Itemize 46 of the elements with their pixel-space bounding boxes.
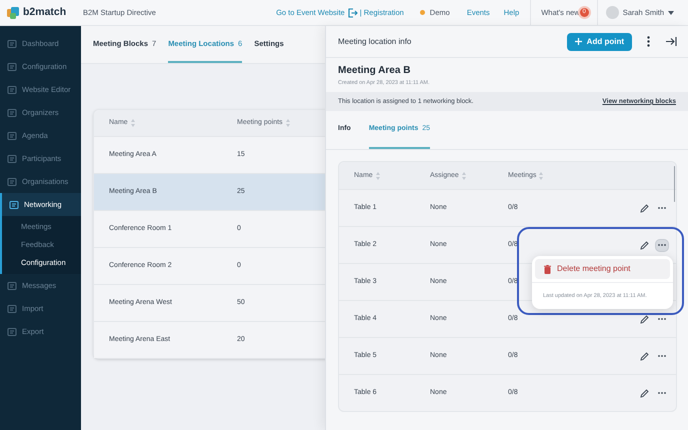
logo-icon bbox=[7, 6, 19, 18]
plus-icon bbox=[574, 38, 582, 45]
sort-icon bbox=[374, 170, 381, 181]
sort-icon bbox=[130, 118, 136, 128]
avatar bbox=[606, 6, 619, 19]
dots-icon bbox=[658, 244, 666, 246]
menu-item-icon bbox=[7, 280, 17, 290]
collapse-panel-button[interactable] bbox=[664, 34, 678, 48]
trash-icon bbox=[544, 264, 551, 274]
location-name: Meeting Area B bbox=[338, 64, 412, 78]
exit-icon bbox=[348, 8, 358, 18]
menu-item-icon bbox=[9, 200, 19, 210]
menu-item-icon bbox=[7, 84, 17, 94]
dots-icon bbox=[658, 318, 666, 320]
arrow-to-line-icon bbox=[666, 37, 676, 46]
pencil-icon bbox=[640, 240, 649, 250]
dots-icon bbox=[658, 355, 666, 358]
menu-item-icon bbox=[7, 304, 17, 314]
menu-item-icon bbox=[7, 108, 17, 118]
dots-icon bbox=[658, 392, 666, 394]
sort-icon bbox=[284, 118, 291, 128]
pencil-icon bbox=[640, 388, 649, 398]
edit-button[interactable] bbox=[639, 314, 650, 325]
menu-item-icon bbox=[7, 326, 17, 336]
panel-title: Meeting location info bbox=[338, 36, 412, 48]
menu-item-icon bbox=[7, 62, 17, 72]
sort-icon bbox=[538, 170, 544, 181]
delete-menu-item[interactable]: Delete meeting point bbox=[535, 259, 670, 279]
menu-item-icon bbox=[7, 130, 17, 140]
menu-item-icon bbox=[7, 176, 17, 186]
dots-icon bbox=[658, 207, 666, 210]
sort-icon bbox=[460, 170, 467, 181]
add-point-button[interactable]: Add point bbox=[566, 32, 632, 50]
more-button[interactable] bbox=[656, 240, 668, 251]
edit-button[interactable] bbox=[639, 350, 650, 362]
logo-text: b2match bbox=[23, 4, 66, 20]
pencil-icon bbox=[640, 204, 649, 213]
edit-button[interactable] bbox=[639, 240, 650, 251]
edit-button[interactable] bbox=[639, 388, 650, 399]
pencil-icon bbox=[640, 314, 649, 324]
menu-item-icon bbox=[7, 154, 17, 164]
caret-icon bbox=[668, 10, 674, 14]
pencil-icon bbox=[640, 352, 649, 361]
edit-button[interactable] bbox=[639, 202, 650, 214]
menu-item-icon bbox=[7, 38, 17, 48]
vertical-dots-icon bbox=[646, 36, 650, 47]
